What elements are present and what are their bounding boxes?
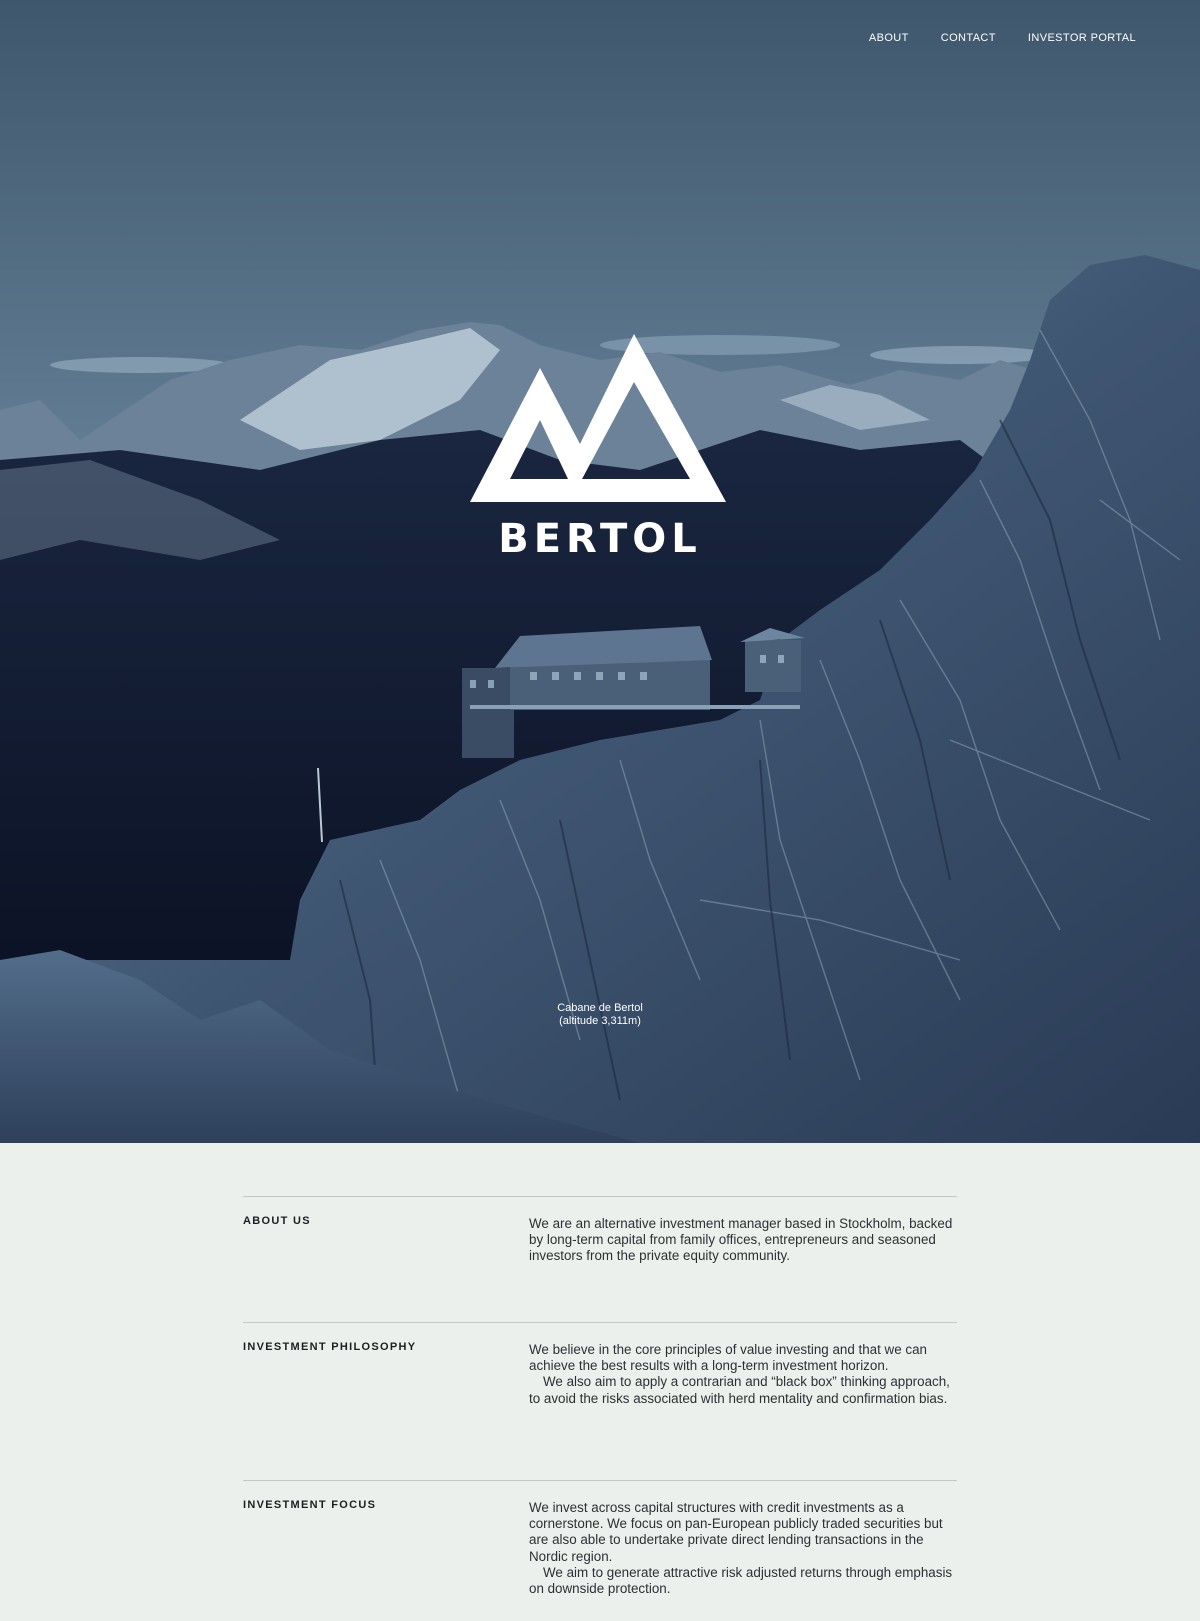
nav-link-investor-portal[interactable]: INVESTOR PORTAL <box>1028 32 1136 44</box>
section-heading: INVESTMENT PHILOSOPHY <box>243 1341 417 1353</box>
nav-link-contact[interactable]: CONTACT <box>941 32 996 44</box>
mountain-hero-image <box>0 0 1200 1143</box>
caption-altitude: (altitude 3,311m) <box>559 1015 641 1027</box>
section-body: We are an alternative investment manager… <box>529 1197 957 1322</box>
section-paragraph: We believe in the core principles of val… <box>529 1342 927 1374</box>
section-heading: ABOUT US <box>243 1215 311 1227</box>
hero-banner: ABOUT CONTACT INVESTOR PORTAL BERTOL Cab… <box>0 0 1200 1143</box>
nav-link-about[interactable]: ABOUT <box>869 32 909 44</box>
top-navigation: ABOUT CONTACT INVESTOR PORTAL <box>869 32 1136 44</box>
section-heading: INVESTMENT FOCUS <box>243 1499 377 1511</box>
section-paragraph: We aim to generate attractive risk adjus… <box>529 1564 953 1597</box>
mountain-logo-icon[interactable] <box>470 334 726 502</box>
section-body: We believe in the core principles of val… <box>529 1323 957 1480</box>
caption-title: Cabane de Bertol <box>557 1002 643 1014</box>
section-paragraph: We also aim to apply a contrarian and “b… <box>529 1374 950 1406</box>
main-content: ABOUT US We are an alternative investmen… <box>243 1196 957 1621</box>
brand-wordmark: BERTOL <box>498 516 702 562</box>
photo-caption: Cabane de Bertol (altitude 3,311m) <box>0 1002 1200 1028</box>
section-paragraph: We invest across capital structures with… <box>529 1500 943 1564</box>
section-body: We invest across capital structures with… <box>529 1481 957 1621</box>
section-investment-philosophy: INVESTMENT PHILOSOPHY We believe in the … <box>243 1322 957 1480</box>
section-paragraph: We are an alternative investment manager… <box>529 1216 953 1264</box>
section-about-us: ABOUT US We are an alternative investmen… <box>243 1196 957 1322</box>
